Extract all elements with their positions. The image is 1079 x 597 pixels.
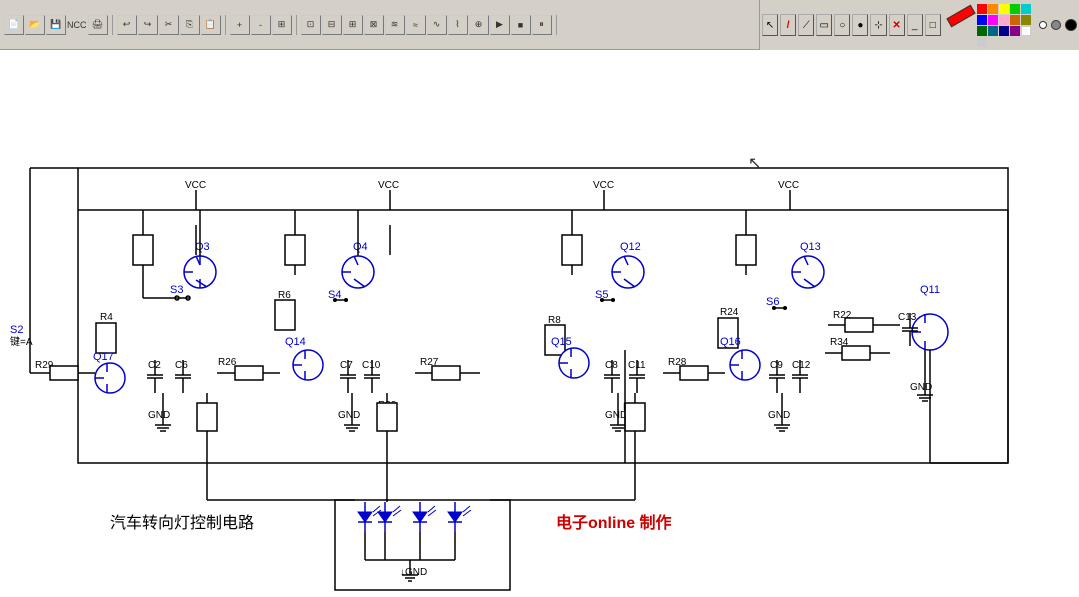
r26-label: R26 — [218, 357, 237, 368]
save-btn[interactable]: 💾 — [46, 15, 66, 35]
q4-label: Q4 — [353, 241, 368, 253]
r4-label: R4 — [100, 312, 113, 323]
print-btn[interactable]: 🖨 — [88, 15, 108, 35]
q14-label: Q14 — [285, 336, 306, 348]
s3-label: S3 — [170, 284, 183, 296]
arrow-tool[interactable]: ↖ — [762, 14, 778, 36]
line-tool[interactable]: ⟋ — [798, 14, 814, 36]
color-indicator — [947, 3, 975, 47]
component-btn5[interactable]: ≋ — [385, 15, 405, 35]
special-tool[interactable]: ⊹ — [870, 14, 886, 36]
color-magenta[interactable] — [988, 15, 998, 25]
color-red[interactable] — [977, 4, 987, 14]
zoom-group: + - ⊞ — [230, 15, 297, 35]
drawing-toolbar: ↖ / ⟋ ▭ ○ ● ⊹ ✕ _ □ — [759, 0, 1079, 50]
ncc-label: NCC — [67, 20, 87, 30]
undo-btn[interactable]: ↩ — [117, 15, 137, 35]
color-blue[interactable] — [977, 15, 987, 25]
c7-label: C7 — [340, 360, 353, 371]
q12-label: Q12 — [620, 241, 641, 253]
color-orange[interactable] — [988, 4, 998, 14]
ellipse-tool[interactable]: ○ — [834, 14, 850, 36]
zoom-out-btn[interactable]: - — [251, 15, 271, 35]
dot-white[interactable] — [1039, 21, 1047, 29]
circuit-title: 汽车转向灯控制电路 — [110, 514, 254, 532]
color-yellow[interactable] — [999, 4, 1009, 14]
pause-btn[interactable]: ⏸ — [532, 15, 552, 35]
dot-black[interactable] — [1065, 19, 1077, 31]
gnd-1: GND — [148, 410, 170, 421]
color-palette — [977, 4, 1033, 47]
color-white[interactable] — [1021, 26, 1031, 36]
vcc-label-1: VCC — [185, 180, 206, 191]
file-group: 📄 📂 💾 NCC 🖨 — [4, 15, 113, 35]
pencil-tool[interactable]: / — [780, 14, 796, 36]
q11-label: Q11 — [920, 284, 940, 296]
main-toolbar: 📄 📂 💾 NCC 🖨 ↩ ↪ ✂ ⎘ 📋 + - ⊞ ⊡ ⊟ ⊞ ⊠ ≋ ≈ … — [0, 0, 1079, 50]
copy-btn[interactable]: ⎘ — [180, 15, 200, 35]
c6-label: C6 — [175, 360, 188, 371]
component-btn7[interactable]: ∿ — [427, 15, 447, 35]
color-navy[interactable] — [999, 26, 1009, 36]
component-btn6[interactable]: ≈ — [406, 15, 426, 35]
c12-label: C12 — [792, 360, 811, 371]
component-btn9[interactable]: ⊕ — [469, 15, 489, 35]
color-darkgreen[interactable] — [977, 26, 987, 36]
close-tool[interactable]: ✕ — [889, 14, 905, 36]
r24-label: R24 — [720, 307, 739, 318]
color-brown[interactable] — [1010, 15, 1020, 25]
q17-label: Q17 — [93, 351, 114, 363]
circuit-subtitle: 电子online 制作 — [556, 513, 672, 532]
rect-tool[interactable]: ▭ — [816, 14, 832, 36]
paste-btn[interactable]: 📋 — [201, 15, 221, 35]
gnd-5: GND — [910, 382, 932, 393]
color-cyan[interactable] — [1021, 4, 1031, 14]
q3-label: Q3 — [195, 241, 210, 253]
color-pink[interactable] — [999, 15, 1009, 25]
vcc-label-3: VCC — [593, 180, 614, 191]
new-btn[interactable]: 📄 — [4, 15, 24, 35]
circuit-canvas[interactable]: ↖ VCC VCC VCC VCC R5 Q3 S3 — [0, 50, 1079, 597]
circle-tool[interactable]: ● — [852, 14, 868, 36]
component-btn1[interactable]: ⊡ — [301, 15, 321, 35]
vcc-label-2: VCC — [378, 180, 399, 191]
component-btn3[interactable]: ⊞ — [343, 15, 363, 35]
color-purple[interactable] — [1010, 26, 1020, 36]
q16-label: Q16 — [720, 336, 741, 348]
gnd-box: ↓GND — [400, 567, 427, 578]
dot-indicators — [1039, 19, 1077, 31]
component-btn8[interactable]: ⌇ — [448, 15, 468, 35]
zoom-fit-btn[interactable]: ⊞ — [272, 15, 292, 35]
s2-label: S2 — [10, 324, 23, 336]
dot-gray[interactable] — [1051, 20, 1061, 30]
q13-label: Q13 — [800, 241, 821, 253]
color-olive[interactable] — [1021, 15, 1031, 25]
edit-group: ↩ ↪ ✂ ⎘ 📋 — [117, 15, 226, 35]
minimize-tool[interactable]: _ — [907, 14, 923, 36]
cursor-indicator: ↖ — [748, 155, 761, 172]
color-lightgray[interactable] — [977, 37, 987, 47]
open-btn[interactable]: 📂 — [25, 15, 45, 35]
vcc-label-4: VCC — [778, 180, 799, 191]
component-btn4[interactable]: ⊠ — [364, 15, 384, 35]
stop-btn[interactable]: ■ — [511, 15, 531, 35]
cut-btn[interactable]: ✂ — [159, 15, 179, 35]
gnd-4: GND — [768, 410, 790, 421]
s6-label: S6 — [766, 296, 779, 308]
zoom-in-btn[interactable]: + — [230, 15, 250, 35]
component-group: ⊡ ⊟ ⊞ ⊠ ≋ ≈ ∿ ⌇ ⊕ ▶ ■ ⏸ — [301, 15, 557, 35]
color-teal[interactable] — [988, 26, 998, 36]
redo-btn[interactable]: ↪ — [138, 15, 158, 35]
gnd-2: GND — [338, 410, 360, 421]
c13-label: C13 — [898, 312, 917, 323]
run-btn[interactable]: ▶ — [490, 15, 510, 35]
color-green[interactable] — [1010, 4, 1020, 14]
maximize-tool[interactable]: □ — [925, 14, 941, 36]
component-btn2[interactable]: ⊟ — [322, 15, 342, 35]
q15-label: Q15 — [551, 336, 572, 348]
